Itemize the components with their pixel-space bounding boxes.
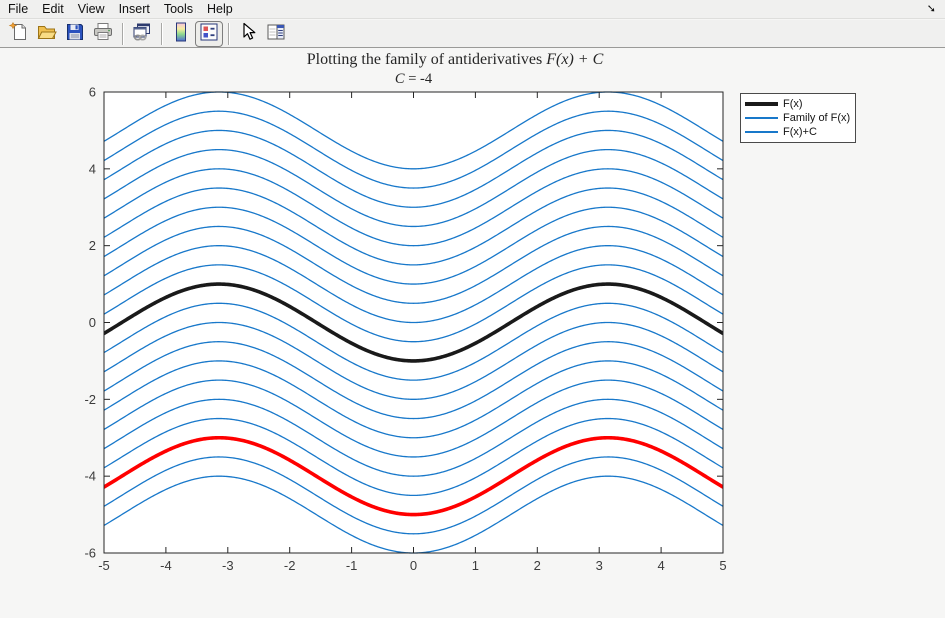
plot-title-text: Plotting the family of antiderivatives xyxy=(307,51,547,68)
x-tick-label: -2 xyxy=(284,558,296,573)
menu-overflow-button[interactable]: ➘ xyxy=(927,1,936,18)
x-tick-label: 3 xyxy=(596,558,603,573)
y-tick-label: -4 xyxy=(84,469,96,484)
colorbar-icon xyxy=(170,21,192,46)
open-button[interactable] xyxy=(33,21,61,47)
y-tick-label: -6 xyxy=(84,546,96,561)
plot-subtitle: C = -4 xyxy=(0,71,827,88)
legend-entry: F(x)+C xyxy=(745,125,850,139)
x-tick-label: -5 xyxy=(98,558,110,573)
legend-icon xyxy=(198,21,220,46)
new-figure-button[interactable] xyxy=(5,21,33,47)
menu-bar: FileEditViewInsertToolsHelp ➘ xyxy=(0,0,945,19)
legend-entry: F(x) xyxy=(745,97,850,111)
link-icon xyxy=(131,21,153,46)
toolbar-separator xyxy=(228,23,229,45)
save-button[interactable] xyxy=(61,21,89,47)
legend-label: Family of F(x) xyxy=(783,111,850,125)
x-tick-label: 1 xyxy=(472,558,479,573)
link-button[interactable] xyxy=(128,21,156,47)
legend-label: F(x) xyxy=(783,97,803,111)
menu-view[interactable]: View xyxy=(71,0,112,18)
menu-file[interactable]: File xyxy=(8,0,35,18)
menu-insert[interactable]: Insert xyxy=(112,0,157,18)
print-button[interactable] xyxy=(89,21,117,47)
plot-title-math: F(x) + C xyxy=(546,51,603,68)
x-tick-label: 2 xyxy=(534,558,541,573)
legend-line-sample xyxy=(745,117,778,119)
toolbar xyxy=(0,20,945,48)
axes-properties-button[interactable] xyxy=(262,21,290,47)
toolbar-separator xyxy=(161,23,162,45)
axes-panel-icon xyxy=(265,21,287,46)
colorbar-toggle-button[interactable] xyxy=(167,21,195,47)
y-tick-label: 0 xyxy=(89,315,96,330)
x-tick-label: -1 xyxy=(346,558,358,573)
x-tick-label: 4 xyxy=(657,558,664,573)
y-tick-label: -2 xyxy=(84,392,96,407)
y-tick-label: 2 xyxy=(89,238,96,253)
open-folder-icon xyxy=(36,21,58,46)
legend-line-sample xyxy=(745,102,778,106)
pointer-icon xyxy=(237,21,259,46)
toolbar-separator xyxy=(122,23,123,45)
x-tick-label: 0 xyxy=(410,558,417,573)
menu-bar-items: FileEditViewInsertToolsHelp xyxy=(8,0,240,18)
new-document-icon xyxy=(8,21,30,46)
save-icon xyxy=(64,21,86,46)
subtitle-value: = -4 xyxy=(405,71,433,87)
legend-entry: Family of F(x) xyxy=(745,111,850,125)
legend-label: F(x)+C xyxy=(783,125,817,139)
legend-box[interactable]: F(x)Family of F(x)F(x)+C xyxy=(740,93,856,143)
plot-title: Plotting the family of antiderivatives F… xyxy=(0,51,910,69)
x-tick-label: 5 xyxy=(719,558,726,573)
print-icon xyxy=(92,21,114,46)
select-tool-button[interactable] xyxy=(234,21,262,47)
menu-help[interactable]: Help xyxy=(200,0,240,18)
x-tick-label: -4 xyxy=(160,558,172,573)
y-tick-label: 4 xyxy=(89,161,96,176)
x-tick-label: -3 xyxy=(222,558,234,573)
subtitle-c-symbol: C xyxy=(395,71,405,87)
legend-toggle-button[interactable] xyxy=(195,21,223,47)
menu-edit[interactable]: Edit xyxy=(35,0,71,18)
legend-line-sample xyxy=(745,131,778,133)
menu-tools[interactable]: Tools xyxy=(157,0,200,18)
